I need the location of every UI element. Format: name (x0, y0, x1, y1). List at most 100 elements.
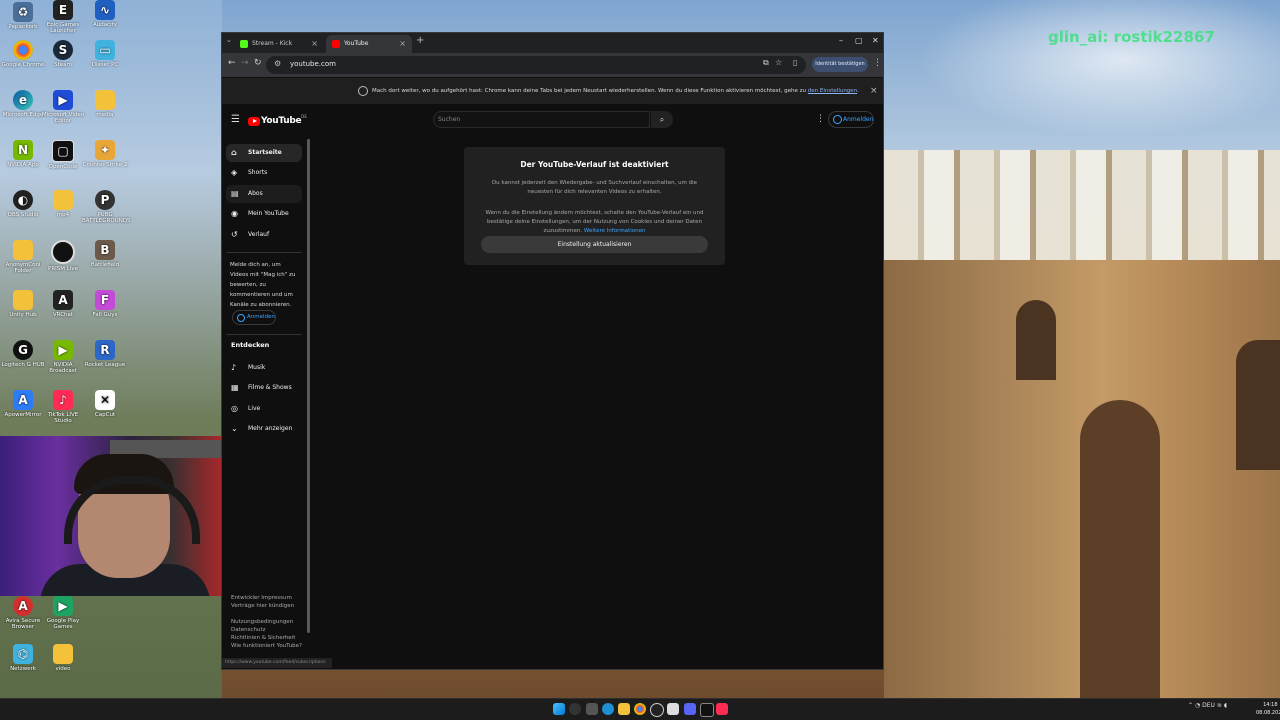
search-input[interactable]: Suchen (433, 111, 650, 128)
tray-language[interactable]: DEU (1202, 702, 1215, 709)
desktop-icon-nvidia-broadcast[interactable]: ▶ NVIDIA Broadcast (40, 340, 86, 374)
address-url[interactable]: youtube.com (290, 60, 336, 68)
desktop-icon-this-pc[interactable]: ▭ Dieser PC (82, 40, 128, 68)
desktop-icon-media-folder[interactable]: media (82, 90, 128, 118)
youtube-logo[interactable]: YouTubeDE (248, 114, 307, 127)
edge-icon[interactable] (602, 703, 614, 715)
discord-icon[interactable] (684, 703, 696, 715)
identity-confirm-button[interactable]: Identität bestätigen (812, 57, 868, 72)
update-setting-button[interactable]: Einstellung aktualisieren (481, 236, 708, 253)
signin-button[interactable]: Anmelden (828, 111, 874, 128)
sidebar-item-home[interactable]: ⌂ Startseite (226, 144, 302, 162)
settings-link[interactable]: den Einstellungen (808, 88, 857, 94)
desktop-icon-rocket-league[interactable]: R Rocket League (82, 340, 128, 368)
desktop-icon-tiktok-studio[interactable]: ♪ TikTok LIVE Studio (40, 390, 86, 424)
tab-search-icon[interactable]: ⌄ (226, 36, 232, 44)
desktop-icon-video-folder[interactable]: video (40, 644, 86, 672)
footer-link[interactable]: Richtlinien & Sicherheit (231, 634, 305, 642)
sidebar-item-shorts[interactable]: ◈ Shorts (226, 164, 302, 182)
desktop-icon-pubg[interactable]: P PUBG BATTLEGROUNDS (82, 190, 131, 224)
search-icon[interactable]: ⌕ (651, 111, 673, 128)
footer-link[interactable]: Verträge hier kündigen (231, 602, 305, 610)
notepad-icon[interactable] (667, 703, 679, 715)
close-tab-icon[interactable]: × (311, 35, 318, 53)
desktop-icon-prism[interactable]: PRISM Live (40, 240, 86, 272)
more-info-link[interactable]: Weitere Informationen (584, 228, 646, 234)
sidebar-scrollbar[interactable] (307, 139, 310, 633)
file-explorer-icon[interactable] (618, 703, 630, 715)
desktop-icon-fall-guys[interactable]: F Fall Guys (82, 290, 128, 318)
tab-kick-dashboard[interactable]: Stream - Kick Dashboard × (234, 35, 324, 65)
desktop-icon-battlefield[interactable]: B Battlefield (82, 240, 128, 268)
install-app-icon[interactable]: ⧉ (763, 58, 769, 68)
side-panel-icon[interactable]: ▯ (793, 58, 797, 67)
tray-chevron-icon[interactable]: ⌃ (1188, 702, 1193, 709)
desktop-icon-video-editor[interactable]: ▶ Microsoft Video Editor (40, 90, 86, 124)
minimize-icon[interactable]: – (839, 36, 843, 45)
desktop-icon-cs2[interactable]: ✦ Counter-Strike 2 (82, 140, 128, 168)
system-tray[interactable]: ⌃ ◔ DEU ≋ ◖ (1188, 702, 1227, 709)
sidebar-item-subscriptions[interactable]: ▤ Abos (226, 185, 302, 203)
desktop-icon-audacity[interactable]: ∿ Audacity (82, 0, 128, 28)
sidebar-item-history[interactable]: ↺ Verlauf (226, 226, 302, 244)
sidebar-item-show-more[interactable]: ⌄ Mehr anzeigen (226, 420, 302, 438)
tiktok-icon: ♪ (53, 390, 73, 410)
browser-menu-icon[interactable]: ⋮ (873, 58, 882, 68)
logitech-icon: G (13, 340, 33, 360)
volume-icon[interactable]: ◖ (1224, 702, 1227, 709)
footer-link[interactable]: Entwickler Impressum (231, 594, 305, 602)
epic-games-icon: E (53, 0, 73, 20)
footer-link[interactable]: Wie funktioniert YouTube? (231, 642, 305, 650)
desktop-icon-play-games[interactable]: ▶ Google Play Games (40, 596, 86, 630)
folder-icon (53, 644, 73, 664)
desktop-icon-capcut[interactable]: ✕ CapCut (82, 390, 128, 418)
tiktok-icon[interactable] (716, 703, 728, 715)
wallpaper-town (884, 150, 1280, 270)
wifi-icon[interactable]: ≋ (1217, 702, 1222, 709)
chevron-down-icon: ⌄ (231, 424, 238, 433)
address-bar[interactable]: ⚙ youtube.com (266, 56, 806, 74)
network-icon[interactable]: ◔ (1195, 702, 1200, 709)
youtube-sidebar: ⌂ Startseite ◈ Shorts ▤ Abos ◉ Mein YouT… (222, 142, 306, 669)
streamer-overlay-tag: glin_ai: rostik22867 (1048, 28, 1215, 46)
tab-youtube[interactable]: YouTube × (326, 35, 412, 53)
desktop-icon-epic[interactable]: E Epic Games Launcher (40, 0, 86, 34)
desktop-icon-mp4-folder[interactable]: mp4 (40, 190, 86, 218)
kick-favicon-icon (240, 40, 248, 48)
close-tab-icon[interactable]: × (399, 35, 406, 53)
menu-hamburger-icon[interactable]: ☰ (231, 114, 240, 125)
footer-link[interactable]: Datenschutz (231, 626, 305, 634)
settings-menu-icon[interactable]: ⋮ (816, 114, 825, 124)
start-icon[interactable] (553, 703, 565, 715)
desktop-icon-vrchat[interactable]: A VRChat (40, 290, 86, 318)
obs-icon[interactable] (650, 703, 664, 717)
desktop-icon-opencode[interactable]: ▢ OpenCode (40, 140, 86, 170)
bookmark-star-icon[interactable]: ☆ (775, 58, 782, 67)
footer-link[interactable]: Nutzungsbedingungen (231, 618, 305, 626)
terminal-icon[interactable] (700, 703, 714, 717)
sidebar-divider (226, 334, 302, 335)
video-editor-icon: ▶ (53, 90, 73, 110)
site-info-icon[interactable]: ⚙ (274, 59, 281, 68)
desktop-icon-steam[interactable]: S Steam (40, 40, 86, 68)
back-icon[interactable]: ← (228, 58, 236, 68)
task-view-icon[interactable] (586, 703, 598, 715)
vrchat-icon: A (53, 290, 73, 310)
sidebar-item-movies[interactable]: ▦ Filme & Shows (226, 379, 302, 397)
explore-heading: Entdecken (231, 341, 270, 349)
forward-icon[interactable]: → (241, 58, 249, 68)
sidebar-item-live[interactable]: ◎ Live (226, 400, 302, 418)
new-tab-button[interactable]: + (416, 35, 424, 46)
rocket-league-icon: R (95, 340, 115, 360)
sidebar-signin-button[interactable]: Anmelden (232, 310, 276, 325)
sidebar-item-music[interactable]: ♪ Musik (226, 359, 302, 377)
sidebar-item-you[interactable]: ◉ Mein YouTube (226, 205, 302, 223)
chrome-icon[interactable] (634, 703, 646, 715)
close-window-icon[interactable]: ✕ (872, 36, 879, 45)
clock[interactable]: 14:18 08.08.2026 (1256, 701, 1280, 717)
search-icon[interactable] (569, 703, 581, 715)
infobar-close-icon[interactable]: × (870, 78, 878, 104)
maximize-icon[interactable]: ▢ (855, 36, 863, 45)
reload-icon[interactable]: ↻ (254, 58, 262, 68)
edge-icon: e (13, 90, 33, 110)
